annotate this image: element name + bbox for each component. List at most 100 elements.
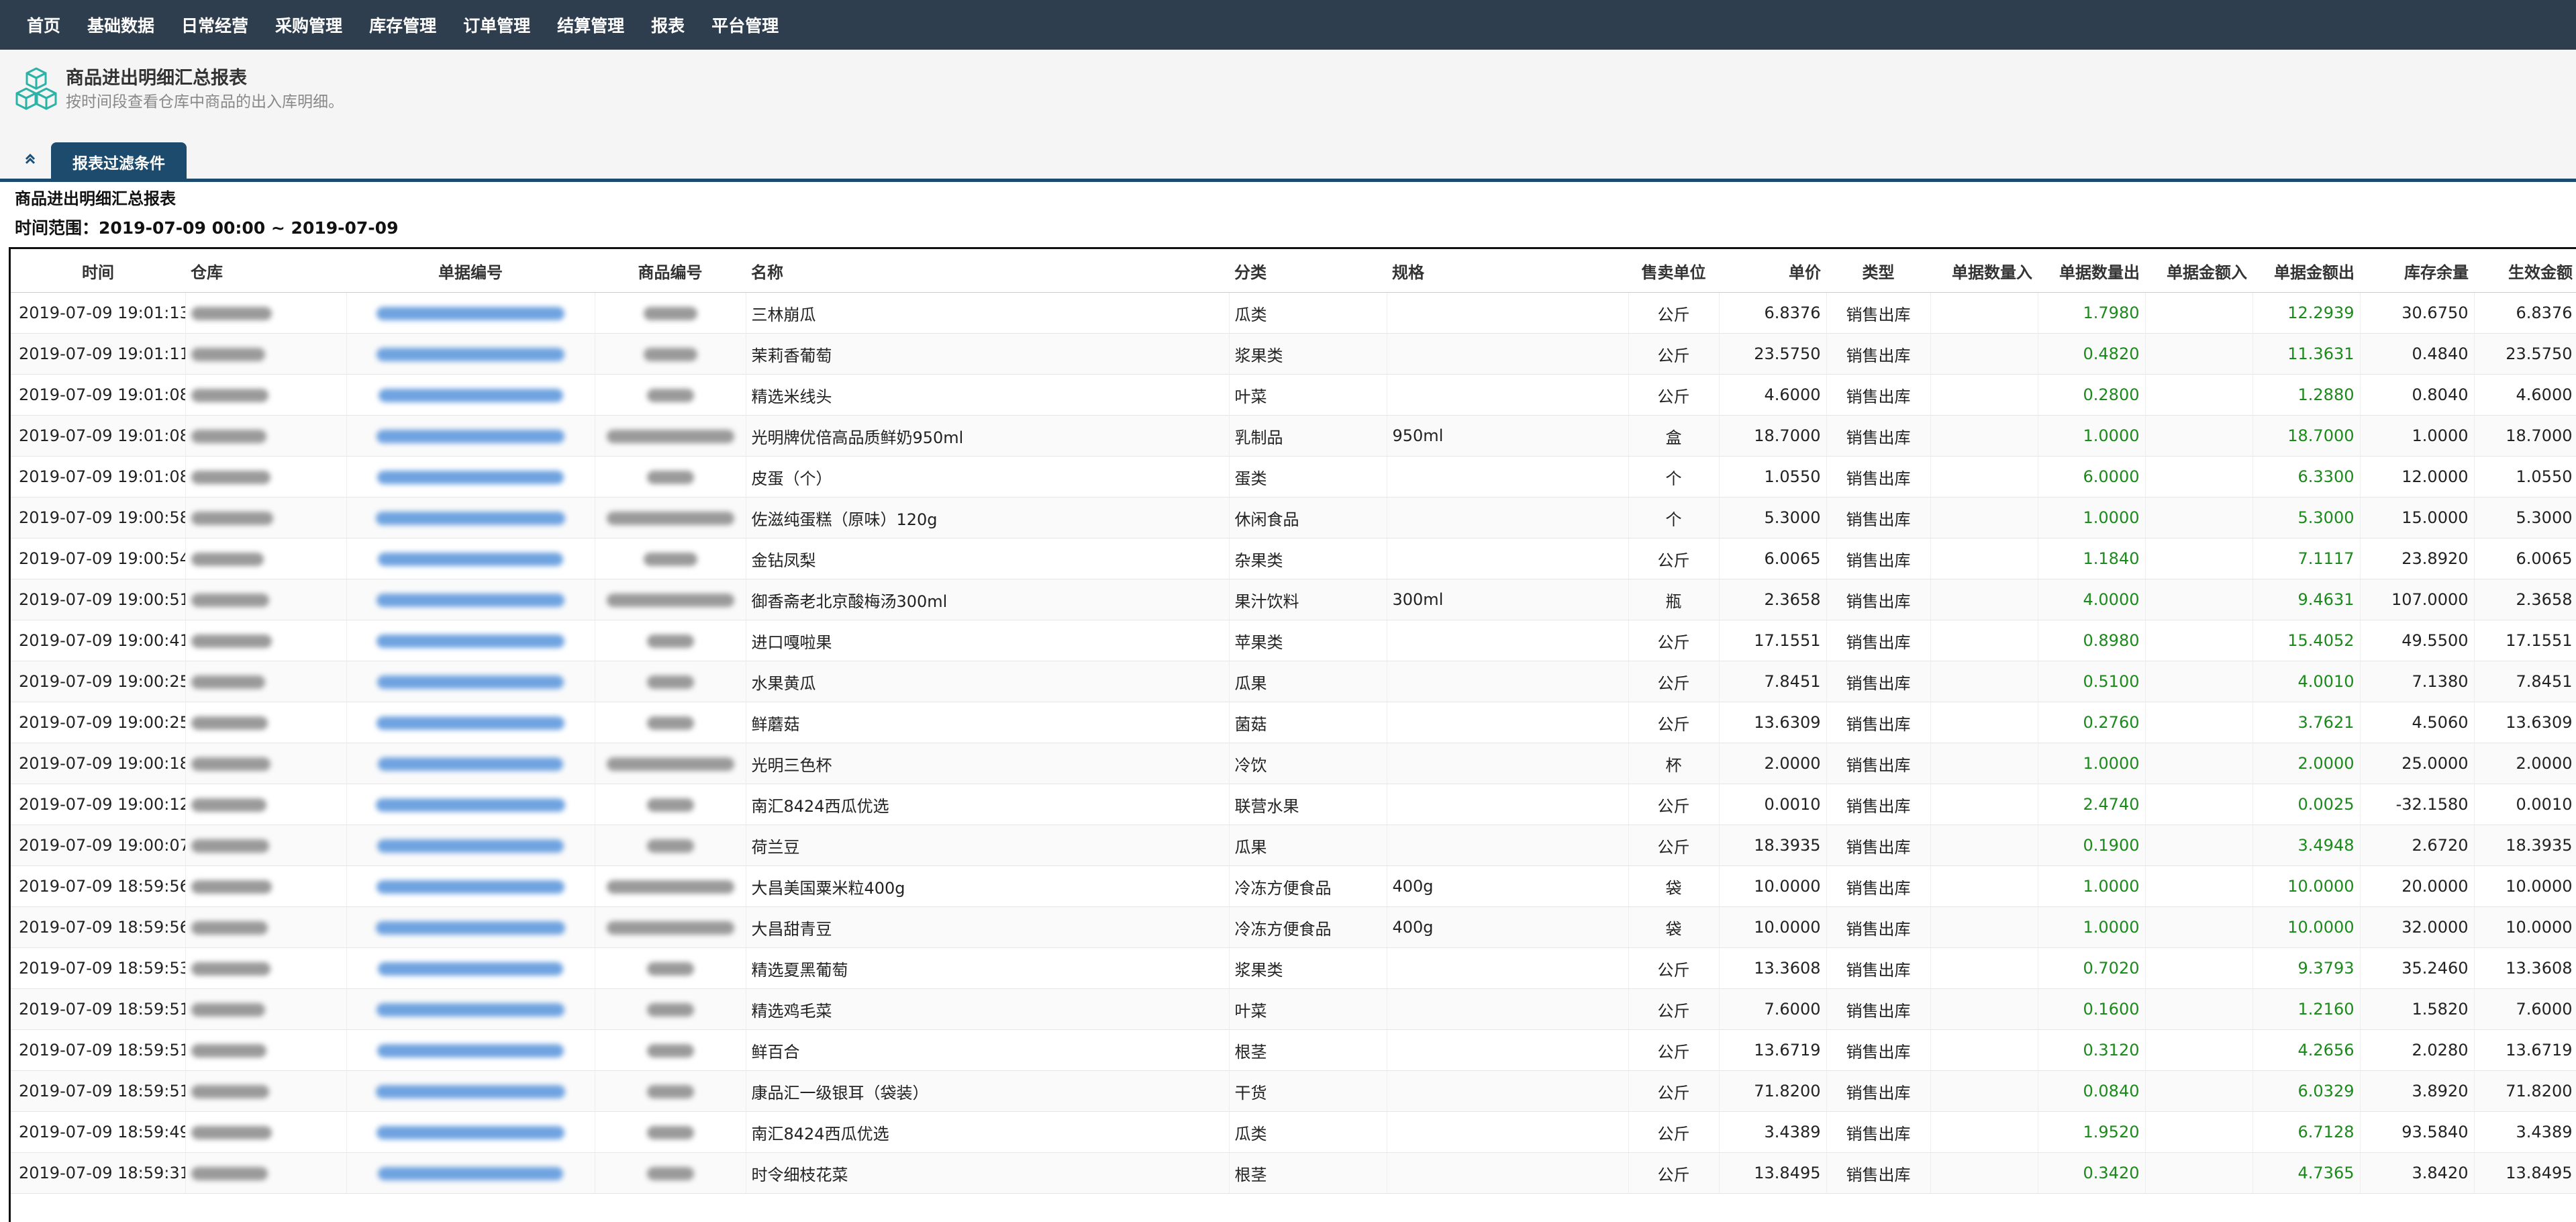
redacted-blur[interactable] [376,512,565,525]
cell-effective: 17.1551 [2474,620,2576,661]
redacted-blur [606,512,734,525]
cell-name: 三林崩瓜 [746,292,1230,334]
column-header[interactable]: 单据编号 [346,249,595,293]
redacted-blur[interactable] [376,798,565,812]
cell-qty_out: 1.1840 [2038,538,2146,579]
cell-time: 2019-07-09 19:00:07 [11,825,186,866]
column-header[interactable]: 单据数量出 [2038,249,2145,293]
column-header[interactable]: 生效金额 [2474,249,2576,293]
column-header[interactable]: 分类 [1229,249,1387,293]
cell-warehouse-redacted [185,702,347,743]
column-header[interactable]: 仓库 [185,249,346,293]
table-row[interactable]: 2019-07-09 18:59:51 鲜百合 根茎 公斤 13.6719 销售出库 0.3… [11,1029,2576,1071]
cell-doc-no-redacted [346,374,595,416]
table-row[interactable]: 2019-07-09 19:00:25 水果黄瓜 瓜果 公斤 7.8451 销售出库 0.5… [11,661,2576,702]
redacted-blur[interactable] [377,1126,564,1139]
table-row[interactable]: 2019-07-09 19:00:18 光明三色杯 冷饮杯 2.0000 销售出库 1.0… [11,743,2576,784]
top-nav: 首页 基础数据 日常经营 采购管理 库存管理 订单管理 结算管理 报表 平台管理 [0,0,2576,50]
table-row[interactable]: 2019-07-09 18:59:51 精选鸡毛菜 叶菜 公斤 7.6000 销售出库 0.… [11,988,2576,1030]
table-row[interactable]: 2019-07-09 19:00:41 进口嘎啦果 苹果类 公斤 17.1551 销售出库… [11,620,2576,661]
nav-item-5[interactable]: 订单管理 [463,13,530,37]
column-header[interactable]: 单据数量入 [1930,249,2038,293]
table-row[interactable]: 2019-07-09 19:01:08 光明牌优倍高品质鲜奶950ml 乳制品 950… [11,415,2576,457]
cell-sku-redacted [595,825,746,866]
table-row[interactable]: 2019-07-09 18:59:56 大昌甜青豆 冷冻方便食品 400g 袋 10.00… [11,906,2576,948]
column-header[interactable]: 单价 [1719,249,1826,293]
table-row[interactable]: 2019-07-09 19:01:11 茉莉香葡萄 浆果类 公斤 23.5750 销售出库… [11,333,2576,375]
redacted-blur[interactable] [377,594,564,607]
column-header[interactable]: 库存余量 [2360,249,2474,293]
redacted-blur[interactable] [376,1085,565,1098]
redacted-blur [646,1003,694,1017]
redacted-blur[interactable] [378,553,563,566]
column-header[interactable]: 类型 [1826,249,1930,293]
redacted-blur[interactable] [377,675,564,689]
cell-price: 71.8200 [1719,1070,1827,1112]
table-row[interactable]: 2019-07-09 19:00:51 御香斋老北京酸梅汤300ml 果汁饮料 300… [11,579,2576,620]
table-row[interactable]: 2019-07-09 19:00:54 金钻凤梨 杂果类 公斤 6.0065 销售出库 1.… [11,538,2576,579]
cell-name: 佐滋纯蛋糕（原味）120g [746,497,1230,538]
cell-unit: 袋 [1628,906,1720,948]
cell-type: 销售出库 [1826,333,1931,375]
cell-doc-no-redacted [346,988,595,1030]
column-header[interactable]: 单据金额出 [2252,249,2360,293]
column-header[interactable]: 名称 [746,249,1229,293]
table-row[interactable]: 2019-07-09 18:59:53 精选夏黑葡萄 浆果类 公斤 13.3608 销售出… [11,947,2576,989]
redacted-blur [191,798,266,812]
nav-item-2[interactable]: 日常经营 [181,13,248,37]
cell-category: 冷饮 [1229,743,1387,784]
redacted-blur[interactable] [377,716,564,730]
table-row[interactable]: 2019-07-09 19:01:08 精选米线头 叶菜 公斤 4.6000 销售出库 0.… [11,374,2576,416]
table-row[interactable]: 2019-07-09 18:59:51 康品汇一级银耳（袋装） 干货 公斤 71.820… [11,1070,2576,1112]
nav-item-6[interactable]: 结算管理 [557,13,624,37]
cell-amt_in [2145,620,2253,661]
cell-doc-no-redacted [346,784,595,825]
cell-qty_out: 0.1900 [2038,825,2146,866]
tab-report-filter[interactable]: 报表过滤条件 [51,142,187,181]
column-header[interactable]: 商品编号 [595,249,746,293]
redacted-blur[interactable] [377,471,564,484]
nav-item-0[interactable]: 首页 [27,13,60,37]
redacted-blur[interactable] [377,348,564,361]
column-header[interactable]: 单据金额入 [2145,249,2252,293]
redacted-blur [643,348,697,361]
table-row[interactable]: 2019-07-09 19:01:08 皮蛋（个） 蛋类个 1.0550 销售出库 6.0… [11,456,2576,498]
redacted-blur[interactable] [377,307,564,320]
cell-unit: 盒 [1628,415,1720,457]
redacted-blur[interactable] [377,430,564,443]
table-row[interactable]: 2019-07-09 19:01:13 三林崩瓜 瓜类 公斤 6.8376 销售出库 1.7… [11,292,2576,334]
redacted-blur[interactable] [377,634,564,648]
table-row[interactable]: 2019-07-09 19:00:58 佐滋纯蛋糕（原味）120g 休闲食品个 5.3… [11,497,2576,538]
table-row[interactable]: 2019-07-09 19:00:07 荷兰豆 瓜果 公斤 18.3935 销售出库 0.1… [11,825,2576,866]
collapse-chevron-icon[interactable] [20,152,40,172]
nav-item-3[interactable]: 采购管理 [275,13,342,37]
redacted-blur[interactable] [378,757,563,771]
table-row[interactable]: 2019-07-09 19:00:12 南汇8424西瓜优选 联营水果 公斤 0.001… [11,784,2576,825]
table-row[interactable]: 2019-07-09 19:00:25 鲜蘑菇 菌菇 公斤 13.6309 销售出库 0.2… [11,702,2576,743]
cell-stock: 32.0000 [2360,906,2475,948]
redacted-blur[interactable] [377,1003,564,1017]
table-row[interactable]: 2019-07-09 18:59:56 大昌美国粟米粒400g 冷冻方便食品 400g… [11,865,2576,907]
cell-amt_in [2145,1029,2253,1071]
column-header[interactable]: 售卖单位 [1628,249,1719,293]
redacted-blur[interactable] [377,839,564,853]
redacted-blur[interactable] [376,921,565,935]
redacted-blur[interactable] [378,1167,563,1180]
cell-spec [1387,456,1629,498]
nav-item-4[interactable]: 库存管理 [369,13,436,37]
nav-item-1[interactable]: 基础数据 [87,13,154,37]
report-table-container[interactable]: 时间 仓库 单据编号 商品编号 名称 分类 规格 售卖单位 单价 类型 单据数量入 单据数量出 单据金额… [9,247,2576,1222]
column-header[interactable]: 规格 [1387,249,1628,293]
nav-item-8[interactable]: 平台管理 [711,13,779,37]
column-header[interactable]: 时间 [11,249,185,293]
table-row[interactable]: 2019-07-09 18:59:49 南汇8424西瓜优选 瓜类 公斤 3.4389 销… [11,1111,2576,1153]
cell-price: 0.0010 [1719,784,1827,825]
redacted-blur[interactable] [378,962,563,976]
redacted-blur[interactable] [378,389,563,402]
redacted-blur[interactable] [377,1044,564,1058]
table-row[interactable]: 2019-07-09 18:59:31 时令细枝花菜 根茎 公斤 13.8495 销售出库… [11,1152,2576,1194]
redacted-blur [606,430,734,443]
redacted-blur[interactable] [377,880,564,894]
time-range: 时间范围：2019-07-09 00:00 ~ 2019-07-09 [15,218,399,238]
nav-item-7[interactable]: 报表 [651,13,685,37]
